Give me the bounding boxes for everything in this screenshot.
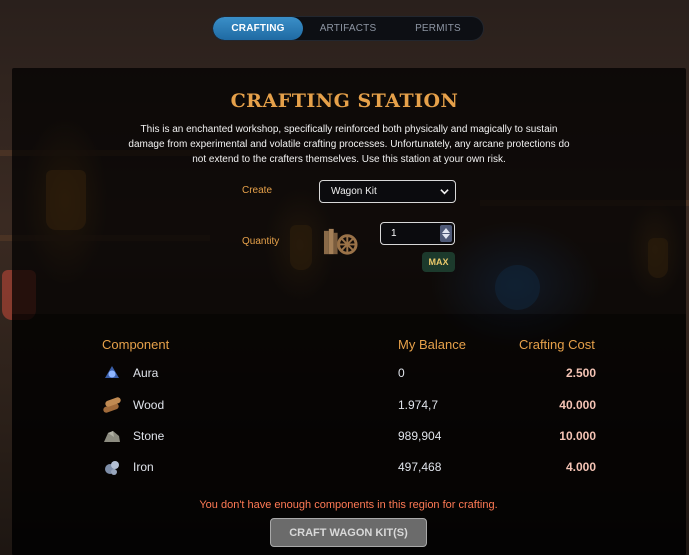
aura-icon [105, 366, 119, 378]
max-button[interactable]: MAX [422, 252, 455, 272]
column-header-component: Component [102, 337, 170, 352]
create-select[interactable]: Wagon Kit [319, 180, 456, 203]
craft-button[interactable]: CRAFT WAGON KIT(S) [270, 518, 427, 547]
balance-value: 0 [398, 366, 405, 380]
tab-bar: CRAFTING ARTIFACTS PERMITS [212, 16, 484, 41]
table-row: Aura 0 2.500 [0, 359, 689, 387]
balance-value: 989,904 [398, 429, 442, 443]
table-row: Stone 989,904 10.000 [0, 422, 689, 450]
insufficient-components-warning: You don't have enough components in this… [199, 499, 498, 511]
table-row: Wood 1.974,7 40.000 [0, 391, 689, 419]
wagon-kit-icon [323, 228, 358, 255]
column-header-balance: My Balance [398, 337, 466, 352]
increment-arrow-icon[interactable] [442, 227, 450, 233]
component-name: Iron [133, 460, 154, 474]
quantity-value: 1 [391, 228, 397, 239]
page-title: CRAFTING STATION [230, 90, 459, 112]
iron-icon [105, 461, 119, 475]
create-select-value: Wagon Kit [331, 186, 377, 197]
wood-icon [103, 397, 121, 413]
cost-value: 10.000 [559, 429, 596, 443]
cost-value: 40.000 [559, 398, 596, 412]
create-label: Create [242, 185, 273, 196]
chevron-down-icon [440, 189, 449, 195]
tab-crafting[interactable]: CRAFTING [213, 17, 303, 40]
cost-value: 4.000 [565, 460, 596, 474]
tab-permits[interactable]: PERMITS [393, 17, 483, 40]
component-name: Wood [133, 398, 165, 412]
decrement-arrow-icon[interactable] [442, 234, 450, 240]
tab-artifacts[interactable]: ARTIFACTS [303, 17, 393, 40]
balance-value: 497,468 [398, 460, 442, 474]
balance-value: 1.974,7 [398, 398, 439, 412]
column-header-cost: Crafting Cost [519, 337, 595, 352]
cost-value: 2.500 [565, 366, 596, 380]
quantity-spinner[interactable] [440, 225, 452, 242]
table-row: Iron 497,468 4.000 [0, 453, 689, 481]
quantity-label: Quantity [242, 236, 280, 247]
component-name: Stone [133, 429, 165, 443]
station-description: This is an enchanted workshop, specifica… [128, 124, 570, 165]
stone-icon [104, 431, 120, 442]
quantity-stepper[interactable]: 1 [380, 222, 455, 245]
component-name: Aura [133, 366, 159, 380]
